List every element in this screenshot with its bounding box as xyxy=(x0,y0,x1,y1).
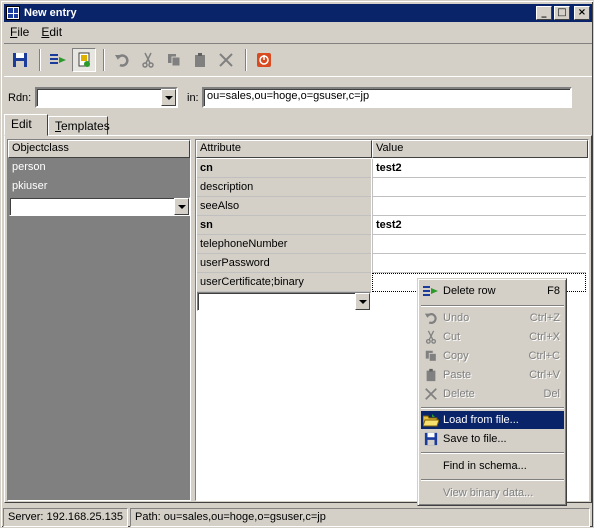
add-row-button[interactable] xyxy=(46,48,70,72)
menu-edit[interactable]: Edit xyxy=(35,23,68,41)
menu-separator xyxy=(421,407,564,409)
menu-separator xyxy=(421,305,564,307)
maximize-button[interactable]: □ xyxy=(554,6,570,20)
menu-separator xyxy=(421,479,564,481)
in-value: ou=sales,ou=hoge,o=gsuser,c=jp xyxy=(207,90,370,102)
load-file-icon xyxy=(78,52,90,67)
menu-item-undo[interactable]: Undo Ctrl+Z xyxy=(421,309,564,327)
menu-separator xyxy=(421,452,564,454)
toolbar xyxy=(4,43,592,77)
cut-icon xyxy=(142,52,154,68)
in-label: in: xyxy=(187,92,199,104)
context-menu: Delete row F8 Undo Ctrl+Z Cut Ctrl+X Cop… xyxy=(417,278,567,506)
list-item[interactable]: pkiuser xyxy=(9,178,189,197)
paste-icon xyxy=(195,53,205,67)
delete-row-icon xyxy=(423,286,438,296)
attribute-header[interactable]: Attribute xyxy=(196,140,372,158)
menu-item-paste[interactable]: Paste Ctrl+V xyxy=(421,366,564,384)
objectclass-new-combobox[interactable] xyxy=(9,197,190,216)
undo-icon xyxy=(424,313,437,324)
rdn-combobox[interactable] xyxy=(35,87,178,108)
exit-button[interactable] xyxy=(252,48,276,72)
menu-item-save-to-file[interactable]: Save to file... xyxy=(421,430,564,448)
attribute-dropdown-button[interactable] xyxy=(355,293,370,310)
menu-item-delete-row[interactable]: Delete row F8 xyxy=(421,282,564,300)
attribute-name[interactable]: userCertificate;binary xyxy=(197,273,371,292)
menu-bar: File Edit xyxy=(4,23,68,41)
tab-edit[interactable]: Edit xyxy=(4,114,48,136)
window-title: New entry xyxy=(24,7,77,19)
new-entry-window: New entry _ □ × File Edit Rdn: in: ou=sa… xyxy=(0,0,594,528)
new-attribute-combobox[interactable] xyxy=(197,292,371,311)
objectclass-dropdown-button[interactable] xyxy=(174,198,189,215)
minimize-button[interactable]: _ xyxy=(536,6,552,20)
cut-icon xyxy=(425,330,437,344)
value-header[interactable]: Value xyxy=(372,140,588,158)
attribute-name[interactable]: seeAlso xyxy=(197,197,371,216)
attribute-value[interactable] xyxy=(372,254,586,273)
cut-button[interactable] xyxy=(136,48,160,72)
undo-icon xyxy=(115,54,129,67)
chevron-down-icon xyxy=(164,95,173,100)
attribute-value[interactable] xyxy=(372,197,586,216)
menu-item-copy[interactable]: Copy Ctrl+C xyxy=(421,347,564,365)
rdn-label: Rdn: xyxy=(8,92,32,104)
menu-file[interactable]: File xyxy=(4,23,35,41)
toolbar-separator xyxy=(39,49,41,71)
copy-icon xyxy=(425,350,437,362)
attribute-name[interactable]: cn xyxy=(197,159,371,178)
rdn-value xyxy=(37,89,176,91)
status-server: Server: 192.168.25.135 xyxy=(3,508,128,527)
attribute-name[interactable]: userPassword xyxy=(197,254,371,273)
attribute-value[interactable]: test2 xyxy=(372,159,586,178)
attribute-name[interactable]: sn xyxy=(197,216,371,235)
tab-templates[interactable]: Templates xyxy=(48,116,110,135)
chevron-down-icon xyxy=(177,204,186,209)
menu-item-delete[interactable]: Delete Del xyxy=(421,385,564,403)
add-row-icon xyxy=(50,54,66,64)
delete-icon xyxy=(219,53,233,67)
save-button[interactable] xyxy=(8,48,32,72)
chevron-down-icon xyxy=(358,299,367,304)
rdn-dropdown-button[interactable] xyxy=(161,89,176,106)
menu-item-find-in-schema[interactable]: Find in schema... xyxy=(421,457,564,475)
app-icon xyxy=(6,6,20,20)
toolbar-separator xyxy=(103,49,105,71)
menu-item-cut[interactable]: Cut Ctrl+X xyxy=(421,328,564,346)
exit-icon xyxy=(257,53,271,67)
toolbar-separator xyxy=(245,49,247,71)
copy-button[interactable] xyxy=(162,48,186,72)
list-item[interactable]: person xyxy=(9,159,189,178)
close-button[interactable]: × xyxy=(574,6,590,20)
open-folder-icon xyxy=(423,414,439,427)
attribute-value[interactable]: test2 xyxy=(372,216,586,235)
menu-item-load-from-file[interactable]: Load from file... xyxy=(421,411,564,429)
objectclass-header[interactable]: Objectclass xyxy=(8,140,190,158)
status-path: Path: ou=sales,ou=hoge,o=gsuser,c=jp xyxy=(130,508,590,527)
attribute-name[interactable]: telephoneNumber xyxy=(197,235,371,254)
menu-item-view-binary-data[interactable]: View binary data... xyxy=(421,484,564,502)
in-field[interactable]: ou=sales,ou=hoge,o=gsuser,c=jp xyxy=(202,87,572,108)
attribute-value[interactable] xyxy=(372,235,586,254)
undo-button[interactable] xyxy=(110,48,134,72)
save-icon xyxy=(424,432,438,446)
objectclass-list: Objectclass person pkiuser xyxy=(7,139,191,501)
delete-button[interactable] xyxy=(214,48,238,72)
paste-button[interactable] xyxy=(188,48,212,72)
title-bar[interactable]: New entry _ □ × xyxy=(4,4,592,22)
copy-icon xyxy=(168,54,181,67)
attribute-name[interactable]: description xyxy=(197,178,371,197)
paste-icon xyxy=(426,368,436,382)
load-file-button[interactable] xyxy=(72,48,96,72)
save-icon xyxy=(13,53,27,67)
delete-icon xyxy=(425,388,437,400)
attribute-value[interactable] xyxy=(372,178,586,197)
